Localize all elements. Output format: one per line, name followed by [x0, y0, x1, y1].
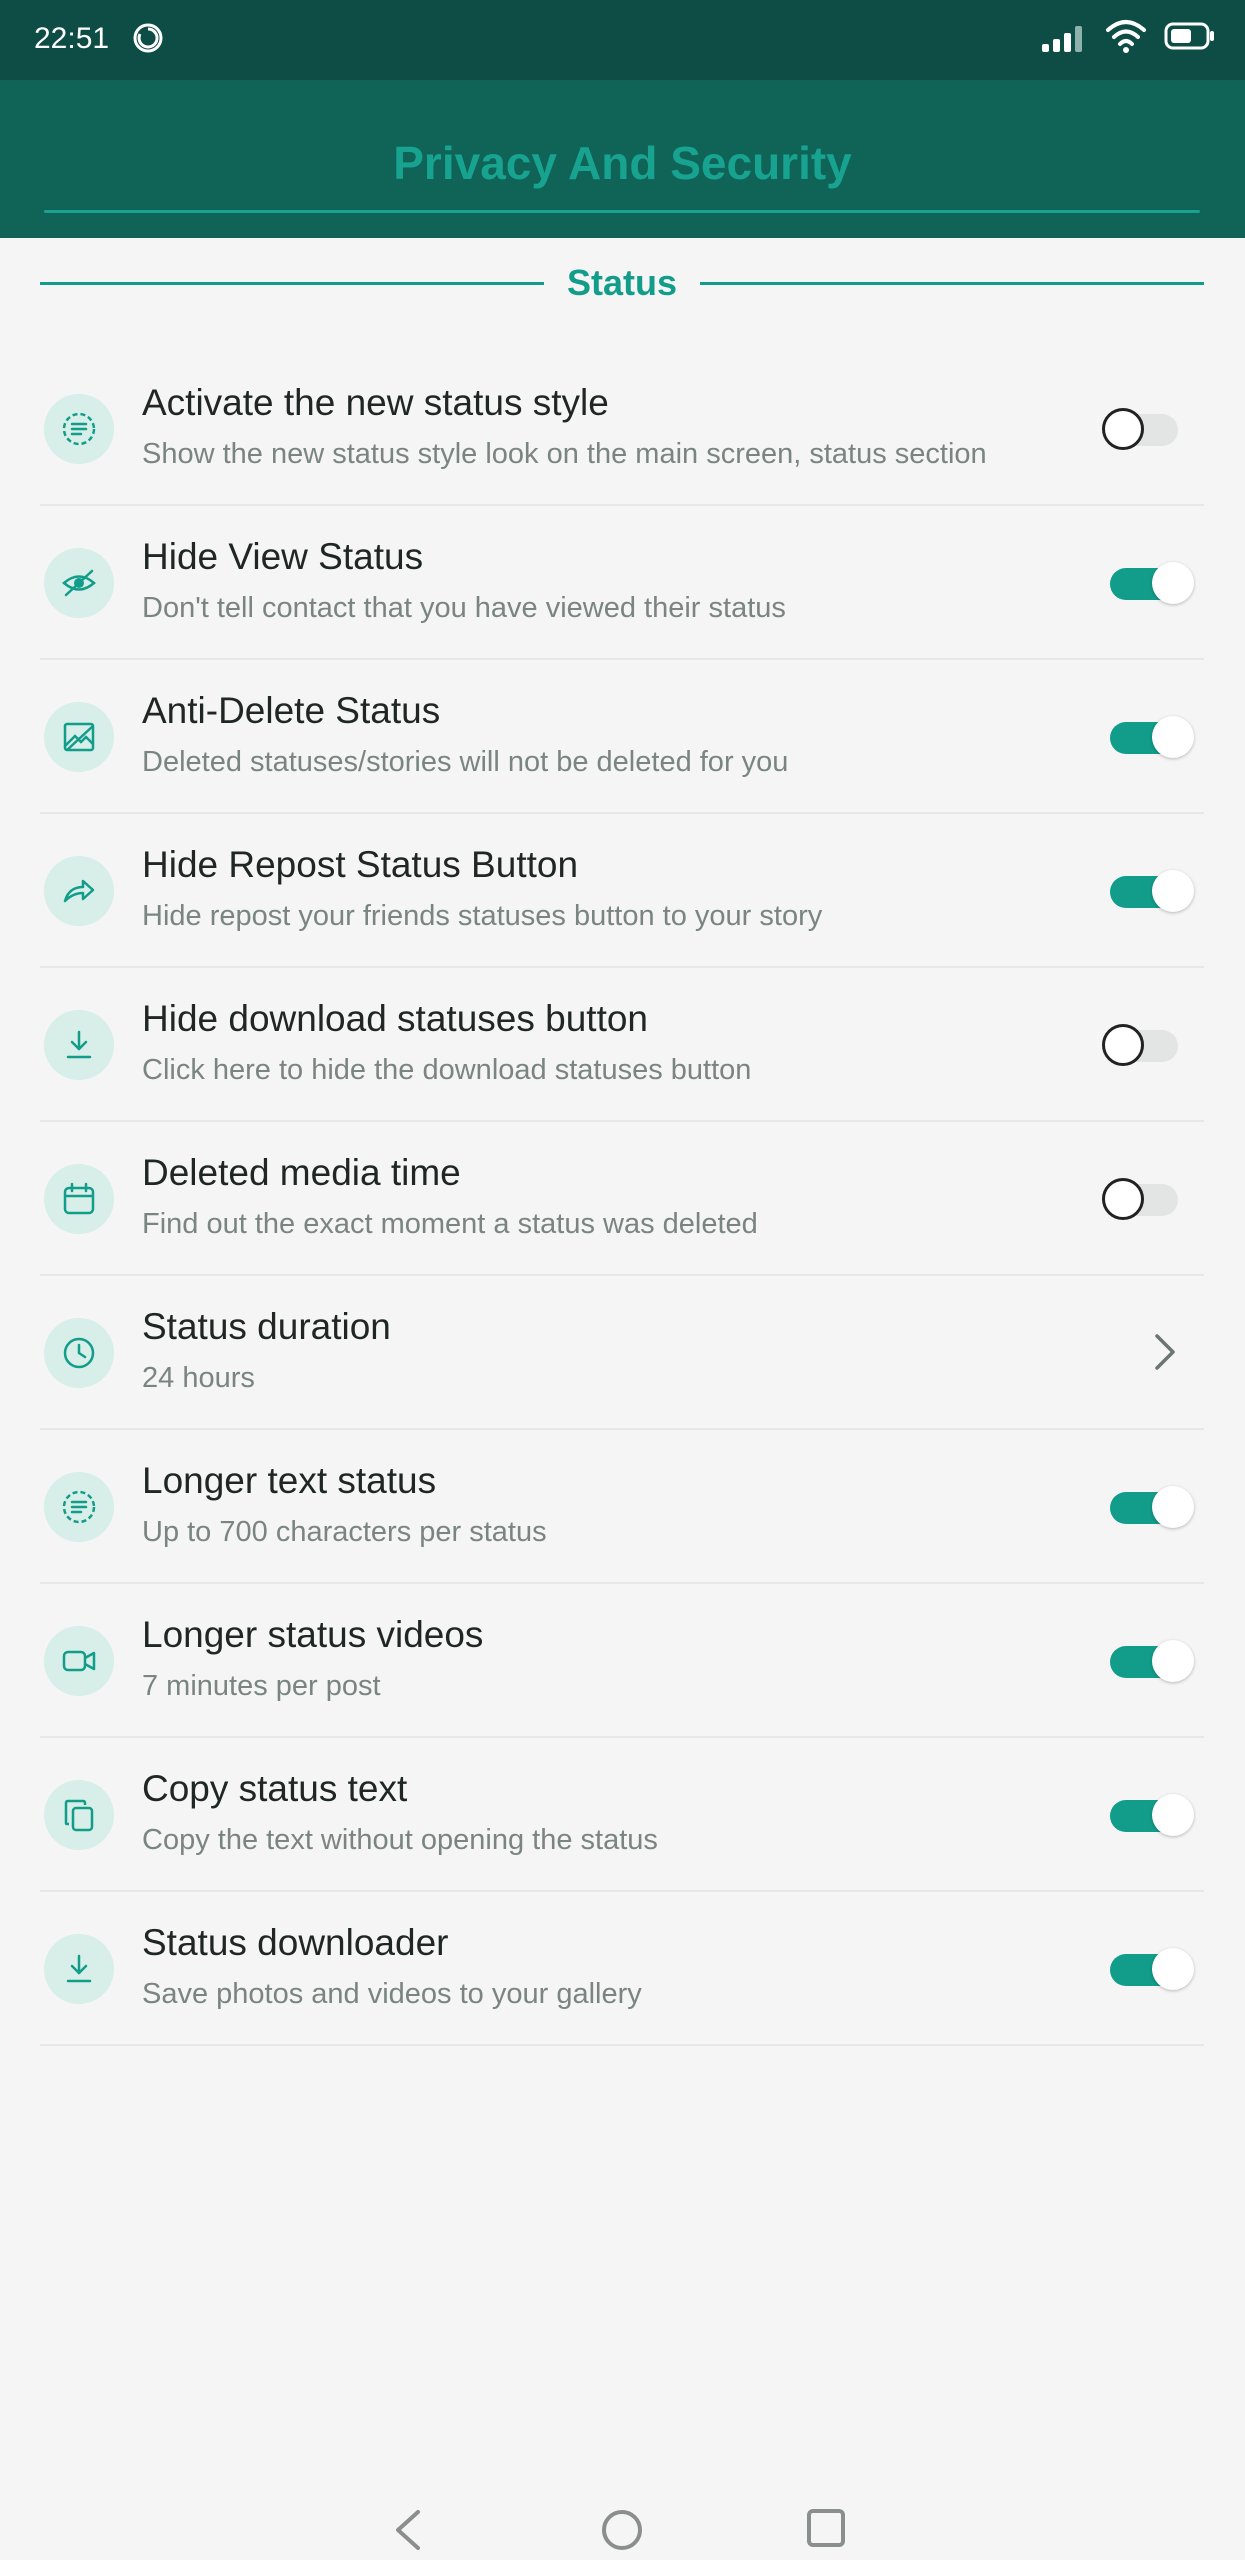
setting-row-hide-repost-button[interactable]: Hide Repost Status Button Hide repost yo…: [40, 814, 1204, 968]
setting-title: Longer text status: [142, 1460, 437, 1501]
settings-list: Activate the new status style Show the n…: [40, 352, 1204, 2046]
setting-subtitle: Copy the text without opening the status: [142, 1824, 658, 1856]
setting-title: Copy status text: [142, 1768, 408, 1809]
setting-row-new-status-style[interactable]: Activate the new status style Show the n…: [40, 352, 1204, 506]
setting-subtitle: Deleted statuses/stories will not be del…: [142, 746, 789, 778]
battery-icon: [1164, 22, 1214, 50]
setting-row-status-downloader[interactable]: Status downloader Save photos and videos…: [40, 1892, 1204, 2046]
setting-row-deleted-media-time[interactable]: Deleted media time Find out the exact mo…: [40, 1122, 1204, 1276]
setting-subtitle: Hide repost your friends statuses button…: [142, 900, 823, 932]
chevron-right-icon[interactable]: [1152, 1330, 1178, 1374]
setting-subtitle: Show the new status style look on the ma…: [142, 438, 987, 470]
toggle-switch[interactable]: [1102, 1640, 1194, 1684]
page-title: Privacy And Security: [393, 137, 852, 189]
setting-title: Status duration: [142, 1306, 391, 1347]
setting-title: Hide View Status: [142, 536, 424, 577]
setting-title: Hide download statuses button: [142, 998, 649, 1039]
setting-row-longer-text-status[interactable]: Longer text status Up to 700 characters …: [40, 1430, 1204, 1584]
toggle-switch[interactable]: [1102, 562, 1194, 606]
copy-icon: [44, 1780, 114, 1850]
setting-title: Status downloader: [142, 1922, 449, 1963]
download-icon: [44, 1934, 114, 2004]
setting-subtitle: 7 minutes per post: [142, 1670, 381, 1702]
image-icon: [44, 702, 114, 772]
setting-row-copy-status-text[interactable]: Copy status text Copy the text without o…: [40, 1738, 1204, 1892]
setting-row-hide-view-status[interactable]: Hide View Status Don't tell contact that…: [40, 506, 1204, 660]
video-icon: [44, 1626, 114, 1696]
setting-title: Longer status videos: [142, 1614, 484, 1655]
toggle-switch[interactable]: [1102, 1178, 1194, 1222]
toggle-switch[interactable]: [1102, 1486, 1194, 1530]
back-icon[interactable]: [388, 2508, 428, 2552]
share-arrow-icon: [44, 856, 114, 926]
clock-icon: [44, 1318, 114, 1388]
setting-title: Anti-Delete Status: [142, 690, 441, 731]
setting-title: Activate the new status style: [142, 382, 609, 423]
toggle-switch[interactable]: [1102, 870, 1194, 914]
setting-row-status-duration[interactable]: Status duration 24 hours: [40, 1276, 1204, 1430]
dashed-circle-icon: [44, 1472, 114, 1542]
setting-row-anti-delete-status[interactable]: Anti-Delete Status Deleted statuses/stor…: [40, 660, 1204, 814]
setting-subtitle: Up to 700 characters per status: [142, 1516, 547, 1548]
home-icon[interactable]: [600, 2508, 644, 2552]
app-header: Privacy And Security: [0, 80, 1245, 238]
setting-row-longer-status-videos[interactable]: Longer status videos 7 minutes per post: [40, 1584, 1204, 1738]
setting-value: 24 hours: [142, 1362, 255, 1394]
toggle-switch[interactable]: [1102, 716, 1194, 760]
setting-subtitle: Click here to hide the download statuses…: [142, 1054, 752, 1086]
setting-title: Hide Repost Status Button: [142, 844, 579, 885]
calendar-icon: [44, 1164, 114, 1234]
title-underline: [44, 210, 1200, 213]
signal-icon: [1042, 26, 1082, 52]
setting-subtitle: Save photos and videos to your gallery: [142, 1978, 642, 2010]
recents-icon[interactable]: [806, 2508, 846, 2548]
dashed-circle-icon: [44, 394, 114, 464]
toggle-switch[interactable]: [1102, 1948, 1194, 1992]
system-nav-bar: [0, 2480, 1245, 2560]
setting-row-hide-download-button[interactable]: Hide download statuses button Click here…: [40, 968, 1204, 1122]
section-divider-right: [700, 282, 1204, 285]
toggle-switch[interactable]: [1102, 1794, 1194, 1838]
eye-off-icon: [44, 548, 114, 618]
download-icon: [44, 1010, 114, 1080]
clock-time: 22:51: [34, 22, 110, 55]
toggle-switch[interactable]: [1102, 1024, 1194, 1068]
wifi-icon: [1106, 20, 1146, 53]
section-label: Status: [566, 262, 678, 303]
section-header: Status: [40, 258, 1204, 310]
section-divider-left: [40, 282, 544, 285]
status-bar: 22:51: [0, 0, 1245, 80]
setting-subtitle: Find out the exact moment a status was d…: [142, 1208, 758, 1240]
toggle-switch[interactable]: [1102, 408, 1194, 452]
sync-icon: [133, 23, 163, 53]
setting-subtitle: Don't tell contact that you have viewed …: [142, 592, 786, 624]
setting-title: Deleted media time: [142, 1152, 461, 1193]
